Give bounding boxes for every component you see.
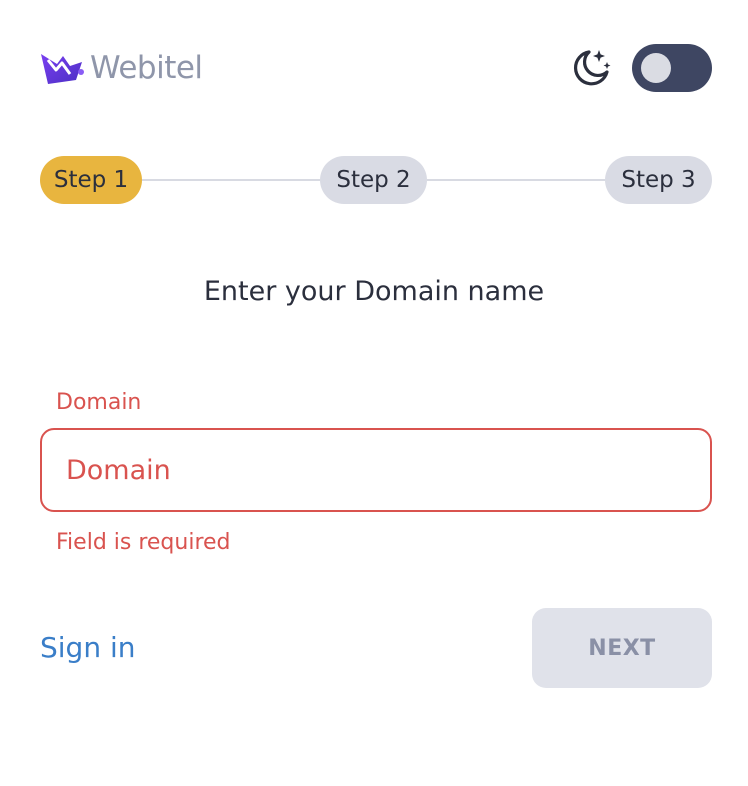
- next-button[interactable]: NEXT: [532, 608, 712, 688]
- step-2-pill[interactable]: Step 2: [320, 156, 427, 204]
- stepper-connector: [427, 179, 605, 181]
- page-heading: Enter your Domain name: [203, 276, 545, 307]
- sign-in-link[interactable]: Sign in: [40, 628, 136, 668]
- step-label: Step 3: [621, 167, 696, 193]
- step-label: Step 1: [53, 167, 129, 193]
- moon-stars-icon[interactable]: [569, 46, 613, 90]
- webitel-logo: Webitel: [40, 48, 203, 88]
- domain-field-wrapper: [40, 428, 712, 512]
- step-label: Step 2: [336, 167, 411, 193]
- step-1-pill[interactable]: Step 1: [40, 156, 142, 204]
- toggle-knob: [641, 53, 671, 83]
- domain-step-page: Webitel Step 1 Step 2 Step 3 Enter your …: [0, 0, 748, 786]
- domain-input[interactable]: [66, 430, 686, 510]
- domain-label: Domain: [56, 390, 142, 415]
- domain-error-message: Field is required: [56, 530, 231, 555]
- webitel-logo-icon: [41, 54, 84, 84]
- stepper-connector: [142, 179, 320, 181]
- theme-toggle[interactable]: [632, 44, 712, 92]
- step-3-pill[interactable]: Step 3: [605, 156, 712, 204]
- logo-text: Webitel: [90, 50, 203, 86]
